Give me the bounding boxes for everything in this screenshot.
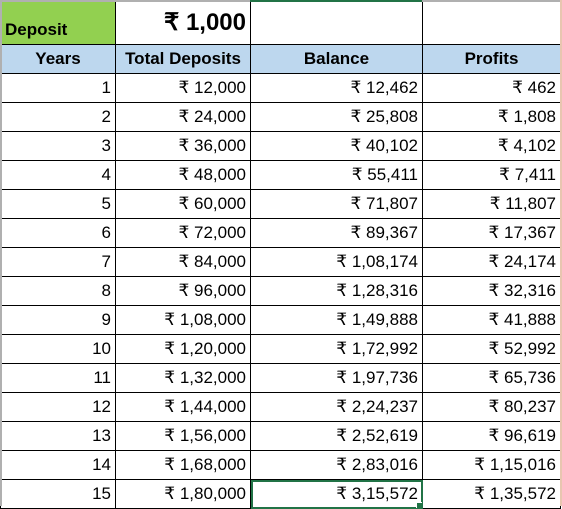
- header-row: Years Total Deposits Balance Profits: [0, 44, 561, 74]
- year-cell[interactable]: 12: [0, 392, 116, 422]
- balance-cell[interactable]: ₹ 25,808: [250, 102, 423, 132]
- balance-cell[interactable]: ₹ 1,97,736: [250, 363, 423, 393]
- table-row: 2 ₹ 24,000 ₹ 25,808 ₹ 1,808: [0, 102, 561, 132]
- deposit-row: Deposit ₹ 1,000: [0, 0, 561, 45]
- deposit-label-cell[interactable]: Deposit: [0, 0, 116, 45]
- profits-cell[interactable]: ₹ 41,888: [422, 305, 561, 335]
- table-row: 4 ₹ 48,000 ₹ 55,411 ₹ 7,411: [0, 160, 561, 190]
- balance-cell[interactable]: ₹ 2,24,237: [250, 392, 423, 422]
- profits-cell[interactable]: ₹ 11,807: [422, 189, 561, 219]
- total-deposits-cell[interactable]: ₹ 12,000: [115, 73, 251, 103]
- total-deposits-cell[interactable]: ₹ 96,000: [115, 276, 251, 306]
- profits-cell[interactable]: ₹ 4,102: [422, 131, 561, 161]
- year-cell[interactable]: 1: [0, 73, 116, 103]
- balance-cell[interactable]: ₹ 55,411: [250, 160, 423, 190]
- profits-cell[interactable]: ₹ 7,411: [422, 160, 561, 190]
- profits-cell[interactable]: ₹ 24,174: [422, 247, 561, 277]
- total-deposits-cell[interactable]: ₹ 72,000: [115, 218, 251, 248]
- balance-cell[interactable]: ₹ 1,72,992: [250, 334, 423, 364]
- year-cell[interactable]: 14: [0, 450, 116, 480]
- profits-cell[interactable]: ₹ 65,736: [422, 363, 561, 393]
- header-total-deposits[interactable]: Total Deposits: [115, 44, 251, 74]
- balance-cell[interactable]: ₹ 1,49,888: [250, 305, 423, 335]
- table-row: 6 ₹ 72,000 ₹ 89,367 ₹ 17,367: [0, 218, 561, 248]
- year-cell[interactable]: 11: [0, 363, 116, 393]
- table-row: 9 ₹ 1,08,000 ₹ 1,49,888 ₹ 41,888: [0, 305, 561, 335]
- profits-cell[interactable]: ₹ 17,367: [422, 218, 561, 248]
- table-row: 10 ₹ 1,20,000 ₹ 1,72,992 ₹ 52,992: [0, 334, 561, 364]
- profits-cell[interactable]: ₹ 1,808: [422, 102, 561, 132]
- table-row: 5 ₹ 60,000 ₹ 71,807 ₹ 11,807: [0, 189, 561, 219]
- total-deposits-cell[interactable]: ₹ 1,68,000: [115, 450, 251, 480]
- fill-handle[interactable]: [416, 502, 422, 508]
- empty-cell[interactable]: [250, 0, 423, 45]
- total-deposits-cell[interactable]: ₹ 1,56,000: [115, 421, 251, 451]
- balance-cell[interactable]: ₹ 1,28,316: [250, 276, 423, 306]
- spreadsheet-grid: Deposit ₹ 1,000 Years Total Deposits Bal…: [0, 0, 562, 509]
- year-cell[interactable]: 10: [0, 334, 116, 364]
- profits-cell[interactable]: ₹ 52,992: [422, 334, 561, 364]
- header-years[interactable]: Years: [0, 44, 116, 74]
- header-profits[interactable]: Profits: [422, 44, 561, 74]
- table-row: 3 ₹ 36,000 ₹ 40,102 ₹ 4,102: [0, 131, 561, 161]
- table-row: 14 ₹ 1,68,000 ₹ 2,83,016 ₹ 1,15,016: [0, 450, 561, 480]
- balance-cell[interactable]: ₹ 12,462: [250, 73, 423, 103]
- year-cell[interactable]: 9: [0, 305, 116, 335]
- table-row: 13 ₹ 1,56,000 ₹ 2,52,619 ₹ 96,619: [0, 421, 561, 451]
- year-cell[interactable]: 8: [0, 276, 116, 306]
- profits-cell[interactable]: ₹ 1,35,572: [422, 479, 561, 509]
- left-gridline: [0, 0, 2, 506]
- total-deposits-cell[interactable]: ₹ 48,000: [115, 160, 251, 190]
- profits-cell[interactable]: ₹ 96,619: [422, 421, 561, 451]
- balance-cell-selected[interactable]: ₹ 3,15,572: [250, 479, 423, 509]
- table-row: 8 ₹ 96,000 ₹ 1,28,316 ₹ 32,316: [0, 276, 561, 306]
- balance-cell[interactable]: ₹ 2,83,016: [250, 450, 423, 480]
- balance-cell[interactable]: ₹ 2,52,619: [250, 421, 423, 451]
- balance-cell[interactable]: ₹ 89,367: [250, 218, 423, 248]
- year-cell[interactable]: 15: [0, 479, 116, 509]
- profits-cell[interactable]: ₹ 1,15,016: [422, 450, 561, 480]
- header-balance[interactable]: Balance: [250, 44, 423, 74]
- deposit-table: Deposit ₹ 1,000 Years Total Deposits Bal…: [0, 0, 561, 509]
- profits-cell[interactable]: ₹ 462: [422, 73, 561, 103]
- balance-cell[interactable]: ₹ 1,08,174: [250, 247, 423, 277]
- profits-cell[interactable]: ₹ 80,237: [422, 392, 561, 422]
- year-cell[interactable]: 3: [0, 131, 116, 161]
- table-row: 1 ₹ 12,000 ₹ 12,462 ₹ 462: [0, 73, 561, 103]
- profits-cell[interactable]: ₹ 32,316: [422, 276, 561, 306]
- year-cell[interactable]: 5: [0, 189, 116, 219]
- year-cell[interactable]: 7: [0, 247, 116, 277]
- total-deposits-cell[interactable]: ₹ 84,000: [115, 247, 251, 277]
- total-deposits-cell[interactable]: ₹ 1,08,000: [115, 305, 251, 335]
- table-row: 11 ₹ 1,32,000 ₹ 1,97,736 ₹ 65,736: [0, 363, 561, 393]
- total-deposits-cell[interactable]: ₹ 1,44,000: [115, 392, 251, 422]
- total-deposits-cell[interactable]: ₹ 60,000: [115, 189, 251, 219]
- total-deposits-cell[interactable]: ₹ 36,000: [115, 131, 251, 161]
- year-cell[interactable]: 6: [0, 218, 116, 248]
- year-cell[interactable]: 4: [0, 160, 116, 190]
- balance-cell[interactable]: ₹ 40,102: [250, 131, 423, 161]
- total-deposits-cell[interactable]: ₹ 1,80,000: [115, 479, 251, 509]
- column-selection-indicator: [250, 0, 422, 2]
- table-row: 7 ₹ 84,000 ₹ 1,08,174 ₹ 24,174: [0, 247, 561, 277]
- total-deposits-cell[interactable]: ₹ 1,32,000: [115, 363, 251, 393]
- year-cell[interactable]: 2: [0, 102, 116, 132]
- empty-cell[interactable]: [422, 0, 561, 45]
- total-deposits-cell[interactable]: ₹ 24,000: [115, 102, 251, 132]
- balance-cell[interactable]: ₹ 71,807: [250, 189, 423, 219]
- deposit-value-cell[interactable]: ₹ 1,000: [115, 0, 251, 45]
- year-cell[interactable]: 13: [0, 421, 116, 451]
- table-row: 15 ₹ 1,80,000 ₹ 3,15,572 ₹ 1,35,572: [0, 479, 561, 509]
- total-deposits-cell[interactable]: ₹ 1,20,000: [115, 334, 251, 364]
- table-row: 12 ₹ 1,44,000 ₹ 2,24,237 ₹ 80,237: [0, 392, 561, 422]
